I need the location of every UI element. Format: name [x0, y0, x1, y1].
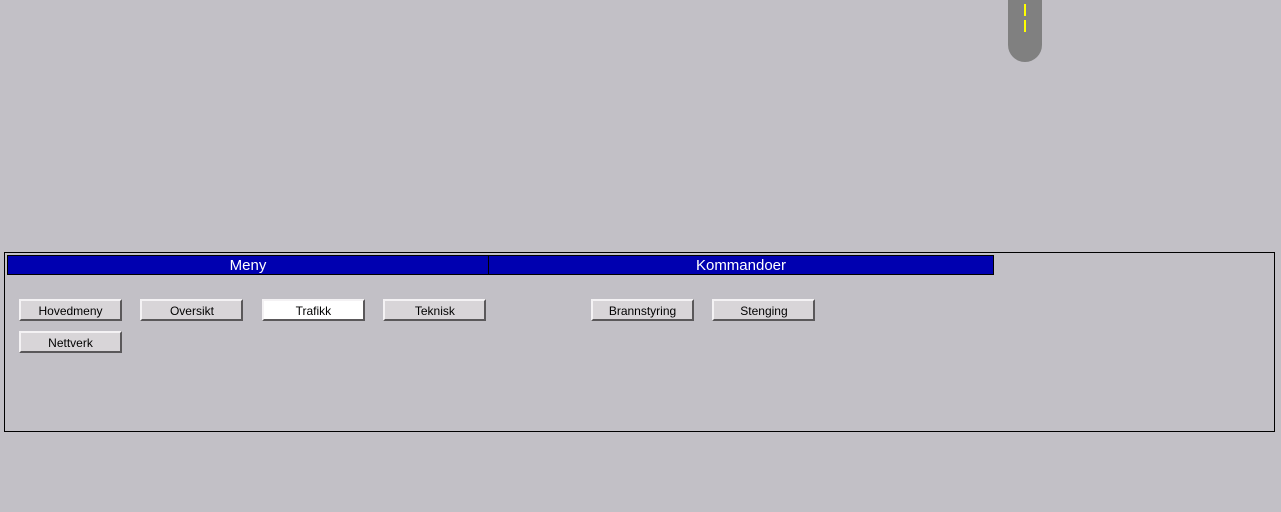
menu-header: Meny	[7, 255, 489, 275]
nettverk-button[interactable]: Nettverk	[19, 331, 122, 353]
trafikk-button[interactable]: Trafikk	[262, 299, 365, 321]
panel-headers: Meny Kommandoer	[5, 253, 1274, 275]
control-panel: Meny Kommandoer Hovedmeny Oversikt Trafi…	[4, 252, 1275, 432]
brannstyring-button[interactable]: Brannstyring	[591, 299, 694, 321]
teknisk-button[interactable]: Teknisk	[383, 299, 486, 321]
stenging-button[interactable]: Stenging	[712, 299, 815, 321]
indicator-light	[1024, 20, 1026, 32]
command-section: Brannstyring Stenging	[579, 299, 829, 363]
indicator-light	[1024, 4, 1026, 16]
panel-content: Hovedmeny Oversikt Trafikk Teknisk Nettv…	[5, 275, 1274, 363]
commands-header: Kommandoer	[488, 255, 994, 275]
oversikt-button[interactable]: Oversikt	[140, 299, 243, 321]
hovedmeny-button[interactable]: Hovedmeny	[19, 299, 122, 321]
traffic-indicator	[1008, 0, 1042, 62]
menu-section: Hovedmeny Oversikt Trafikk Teknisk Nettv…	[19, 299, 579, 363]
